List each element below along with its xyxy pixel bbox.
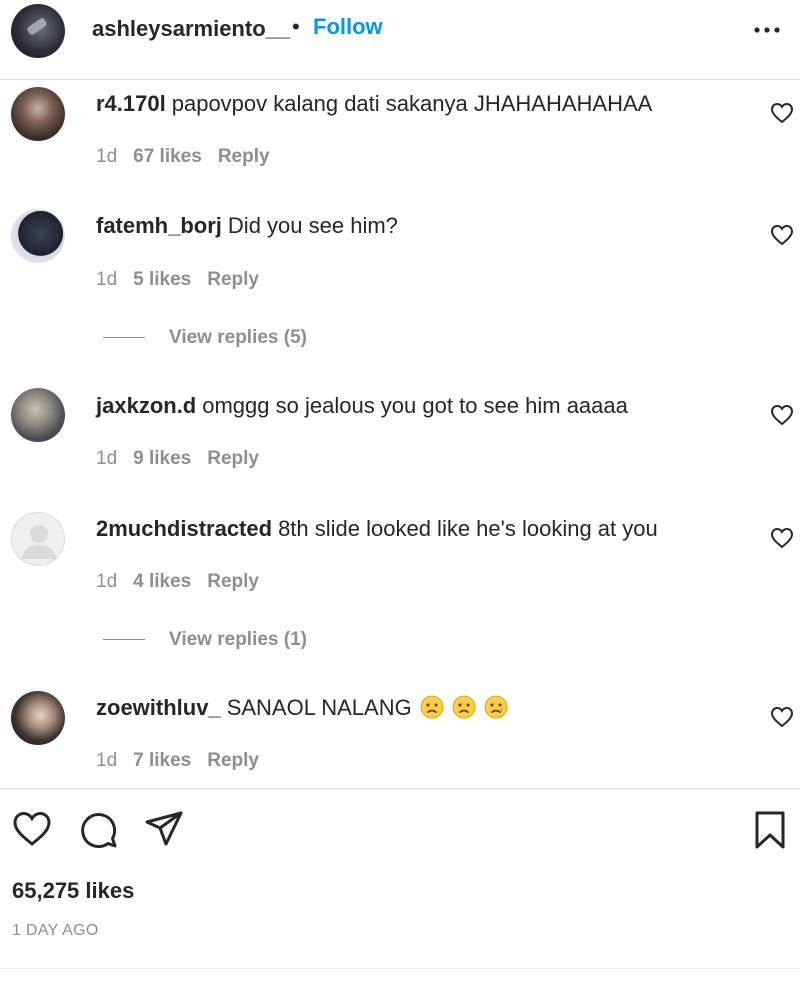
post-header: ashleysarmiento__ • Follow [0,0,800,80]
comment-meta: 1d 7 likes Reply [96,750,275,772]
commenter-username[interactable]: jaxkzon.d [96,393,196,418]
comment-time: 1d [96,269,118,290]
comment-likes[interactable]: 4 likes [133,571,191,592]
default-user-icon [21,525,57,559]
post-timestamp: 1 DAY AGO [12,922,99,939]
bookmark-icon[interactable] [752,810,788,850]
commenter-avatar[interactable] [11,388,65,442]
reply-button[interactable]: Reply [207,448,259,469]
comment-likes[interactable]: 7 likes [133,750,191,771]
comment-meta: 1d 5 likes Reply [96,269,275,291]
author-avatar[interactable] [11,4,65,58]
heart-icon[interactable] [770,706,794,728]
view-replies-button[interactable]: View replies (5) [103,327,307,349]
commenter-username[interactable]: r4.170l [96,91,166,116]
commenter-avatar[interactable] [11,512,65,566]
comment-time: 1d [96,750,118,771]
comment-text-row: 2muchdistracted 8th slide looked like he'… [96,515,658,543]
comment-likes[interactable]: 9 likes [133,448,191,469]
comment-body: papovpov kalang dati sakanya JHAHAHAHAHA… [171,91,653,116]
comment-meta: 1d 67 likes Reply [96,146,286,168]
view-replies-label: View replies (5) [169,327,307,348]
reply-button[interactable]: Reply [207,269,259,290]
view-replies-label: View replies (1) [169,629,307,650]
author-username[interactable]: ashleysarmiento__ [92,16,290,42]
comment-time: 1d [96,448,118,469]
commenter-avatar[interactable] [11,691,65,745]
comment-text-row: zoewithluv_ SANAOL NALANG [96,694,508,722]
reply-button[interactable]: Reply [218,146,270,167]
commenter-username[interactable]: zoewithluv_ [96,695,221,720]
heart-icon[interactable] [12,810,52,848]
commenter-username[interactable]: 2muchdistracted [96,516,272,541]
sad-face-emoji [420,695,444,719]
comment-meta: 1d 4 likes Reply [96,571,275,593]
commenter-username[interactable]: fatemh_borj [96,213,222,238]
bottom-divider [0,968,800,969]
commenter-avatar[interactable] [11,209,65,263]
replies-divider-line [103,337,145,339]
sad-face-emoji [452,695,476,719]
comment-meta: 1d 9 likes Reply [96,448,275,470]
heart-icon[interactable] [770,224,794,246]
heart-icon[interactable] [770,527,794,549]
crying-face-emoji [484,695,508,719]
replies-divider-line [103,639,145,641]
comment-text-row: r4.170l papovpov kalang dati sakanya JHAH… [96,90,652,118]
comment-body: omggg so jealous you got to see him aaaa… [202,393,628,418]
comment-likes[interactable]: 5 likes [133,269,191,290]
comment-time: 1d [96,571,118,592]
comment-body: 8th slide looked like he's looking at yo… [278,516,658,541]
comment-text-row: fatemh_borj Did you see him? [96,212,398,240]
header-separator: • [292,14,300,39]
comment-time: 1d [96,146,118,167]
reply-button[interactable]: Reply [207,750,259,771]
follow-button[interactable]: Follow [313,14,383,40]
comment-body: SANAOL NALANG [226,695,412,720]
heart-icon[interactable] [770,404,794,426]
heart-icon[interactable] [770,102,794,124]
send-icon[interactable] [144,810,184,848]
comment-icon[interactable] [78,810,118,850]
view-replies-button[interactable]: View replies (1) [103,629,307,651]
more-horizontal-icon[interactable] [752,20,782,40]
comment-body: Did you see him? [227,213,398,238]
comment-likes[interactable]: 67 likes [133,146,202,167]
post-likes-count[interactable]: 65,275 likes [12,878,134,904]
actions-divider [0,788,800,789]
comment-text-row: jaxkzon.d omggg so jealous you got to see… [96,392,628,420]
reply-button[interactable]: Reply [207,571,259,592]
commenter-avatar[interactable] [11,87,65,141]
